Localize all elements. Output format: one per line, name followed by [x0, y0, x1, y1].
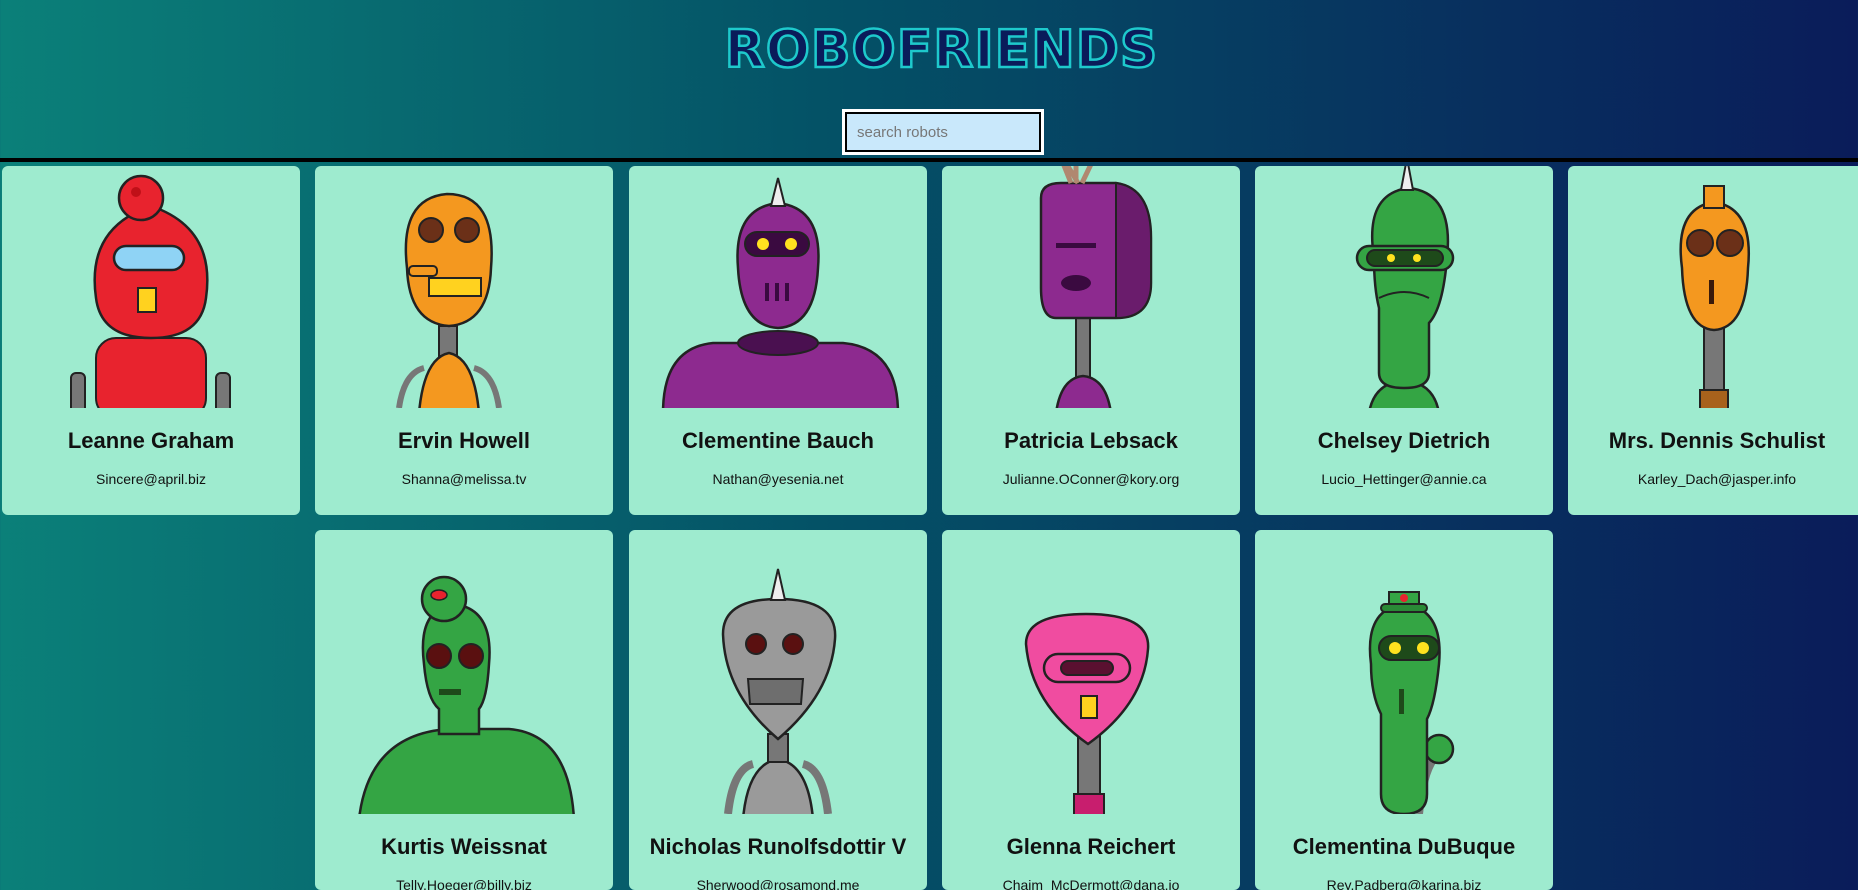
robot-name: Clementina DuBuque [1292, 834, 1516, 859]
green-robot-icon [358, 575, 575, 814]
orange-robot-icon [1679, 185, 1750, 408]
robot-card[interactable]: Leanne Graham Sincere@april.biz [2, 166, 300, 515]
pink-robot-icon [1024, 612, 1150, 814]
robot-name: Kurtis Weissnat [381, 834, 547, 859]
purple-robot-icon [661, 177, 900, 408]
orange-robot-icon [396, 192, 502, 408]
robot-email: Julianne.OConner@kory.org [1002, 471, 1180, 487]
robot-name: Nicholas Runolfsdottir V [649, 834, 907, 859]
robot-name: Mrs. Dennis Schulist [1608, 428, 1826, 453]
red-robot-icon [70, 174, 231, 408]
robot-name: Chelsey Dietrich [1317, 428, 1491, 453]
robot-email: Sincere@april.biz [96, 471, 206, 487]
green-robot-icon [1355, 166, 1455, 408]
green-robot-icon [1368, 591, 1455, 814]
app-title: robofriends [723, 19, 1159, 82]
robot-card[interactable]: Mrs. Dennis Schulist Karley_Dach@jasper.… [1568, 166, 1858, 515]
robot-name: Leanne Graham [67, 428, 235, 453]
robot-name: Ervin Howell [397, 428, 531, 453]
robot-card[interactable]: Clementina DuBuque Rey.Padberg@karina.bi… [1255, 530, 1553, 890]
app-header: robofriends [0, 0, 1858, 162]
robot-card[interactable]: Clementine Bauch Nathan@yesenia.net [629, 166, 927, 515]
robot-email: Shanna@melissa.tv [401, 471, 527, 487]
robot-email: Telly.Hoeger@billy.biz [396, 877, 532, 890]
robot-card[interactable]: Nicholas Runolfsdottir V Sherwood@rosamo… [629, 530, 927, 890]
purple-boxhead-robot-icon [1039, 166, 1153, 408]
robot-name: Patricia Lebsack [1004, 428, 1178, 453]
robot-name: Clementine Bauch [682, 428, 874, 453]
robot-card[interactable]: Ervin Howell Shanna@melissa.tv [315, 166, 613, 515]
robot-email: Rey.Padberg@karina.biz [1326, 877, 1482, 890]
robot-email: Karley_Dach@jasper.info [1637, 471, 1797, 487]
robot-email: Sherwood@rosamond.me [696, 877, 860, 890]
robot-email: Chaim_McDermott@dana.io [1002, 877, 1180, 890]
robot-card[interactable]: Chelsey Dietrich Lucio_Hettinger@annie.c… [1255, 166, 1553, 515]
robot-card[interactable]: Kurtis Weissnat Telly.Hoeger@billy.biz [315, 530, 613, 890]
robot-email: Lucio_Hettinger@annie.ca [1321, 471, 1487, 487]
robot-card[interactable]: Glenna Reichert Chaim_McDermott@dana.io [942, 530, 1240, 890]
gray-robot-icon [721, 568, 837, 814]
robot-email: Nathan@yesenia.net [712, 471, 844, 487]
search-input[interactable] [842, 109, 1044, 155]
robot-card[interactable]: Patricia Lebsack Julianne.OConner@kory.o… [942, 166, 1240, 515]
robot-name: Glenna Reichert [1006, 834, 1176, 859]
